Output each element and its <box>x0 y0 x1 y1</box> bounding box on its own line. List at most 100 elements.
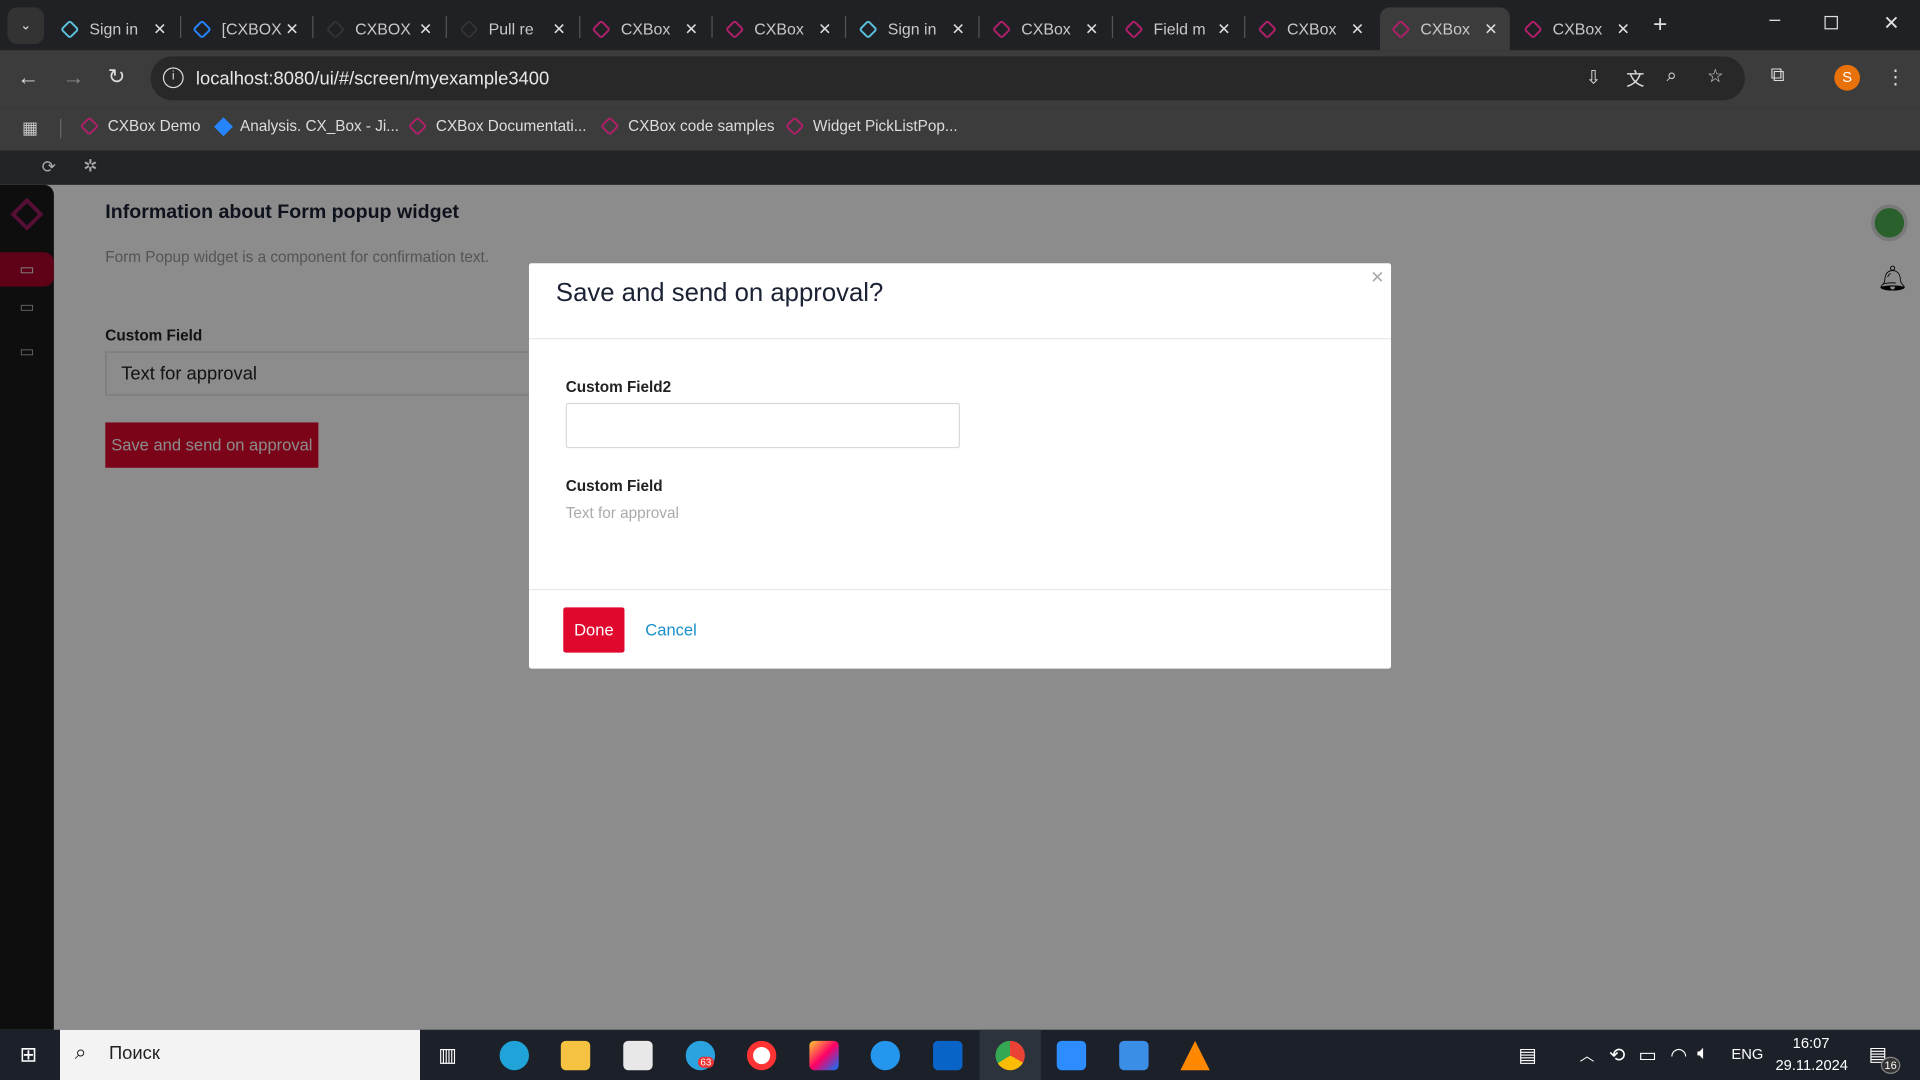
tab-search-button[interactable]: ⌄ <box>7 7 45 45</box>
minimize-button[interactable]: – <box>1769 10 1780 32</box>
tab-title: Field m <box>1153 19 1206 38</box>
restore-button[interactable] <box>1824 15 1838 30</box>
store-icon[interactable] <box>623 1040 653 1071</box>
browser-tab[interactable]: CXBox ✕ <box>1380 7 1510 51</box>
tab-title: CXBox <box>1420 19 1470 38</box>
bookmark-picklist[interactable]: Widget PickListPop... <box>784 116 958 136</box>
custom-field2-input[interactable] <box>565 402 961 449</box>
bug-icon[interactable]: ✲ <box>83 156 97 177</box>
tab-title: [CXBOX <box>221 19 282 38</box>
custom-field-label: Custom Field <box>565 477 663 495</box>
news-icon[interactable]: ▤ <box>1518 1043 1537 1067</box>
bookmark-cxbox-demo[interactable]: CXBox Demo <box>79 116 200 136</box>
tab-title: CXBox <box>620 19 671 38</box>
cancel-button[interactable]: Cancel <box>645 621 696 639</box>
browser-tab[interactable]: CXBox ✕ <box>580 7 710 50</box>
confirm-modal: ✕ Save and send on approval? Custom Fiel… <box>528 263 1392 669</box>
clock-time[interactable]: 16:07 <box>1793 1035 1830 1052</box>
profile-avatar[interactable]: S <box>1834 64 1861 91</box>
chrome-icon[interactable] <box>995 1040 1025 1071</box>
menu-icon[interactable]: ⋮ <box>1886 65 1906 89</box>
tab-close-icon[interactable]: ✕ <box>1085 19 1098 39</box>
tray-chevron-icon[interactable]: ︿ <box>1580 1044 1595 1065</box>
update-icon[interactable]: ⟲ <box>1609 1043 1625 1067</box>
tab-title: CXBox <box>754 19 804 38</box>
site-info-icon[interactable]: i <box>162 67 184 89</box>
tab-close-icon[interactable]: ✕ <box>952 19 965 39</box>
forward-icon[interactable]: → <box>62 65 84 91</box>
volume-icon[interactable]: 🔈︎ <box>1697 1043 1709 1065</box>
language-indicator[interactable]: ENG <box>1731 1046 1763 1063</box>
github-icon <box>459 19 479 39</box>
file-explorer-icon[interactable] <box>560 1040 591 1071</box>
close-window-button[interactable]: ✕ <box>1883 11 1899 35</box>
notification-count: 16 <box>1880 1056 1901 1074</box>
apps-icon[interactable]: ▦ <box>22 118 38 139</box>
browser-tab[interactable]: CXBOX ✕ <box>315 7 445 50</box>
windows-start-icon[interactable]: ⊞ <box>20 1043 37 1067</box>
bookmark-analysis[interactable]: Analysis. CX_Box - Ji... <box>213 116 399 136</box>
keycloak-icon <box>858 19 878 39</box>
bookmark-star-icon[interactable]: ☆ <box>1707 65 1723 87</box>
intellij-icon[interactable] <box>809 1040 839 1071</box>
photos-icon[interactable] <box>1119 1040 1149 1071</box>
search-icon: ⌕ <box>74 1040 87 1065</box>
address-bar[interactable]: i localhost:8080/ui/#/screen/myexample34… <box>150 56 1745 101</box>
cxbox-icon <box>1124 19 1144 39</box>
wifi-icon[interactable]: ◠ <box>1670 1043 1687 1067</box>
cxbox-icon <box>991 19 1012 39</box>
taskbar-search[interactable]: ⌕ Поиск <box>60 1029 421 1080</box>
docker-icon[interactable] <box>870 1040 901 1071</box>
edge-icon[interactable] <box>499 1040 529 1071</box>
browser-tab[interactable]: CXBox ✕ <box>714 7 844 50</box>
browser-tab[interactable]: CXBox ✕ <box>1512 7 1642 50</box>
zoom-app-icon[interactable] <box>1056 1040 1087 1071</box>
yandex-browser-icon[interactable] <box>746 1040 777 1071</box>
url-text: localhost:8080/ui/#/screen/myexample3400 <box>195 67 550 89</box>
jira-icon <box>192 19 212 39</box>
cxbox-icon <box>1257 19 1278 39</box>
tab-close-icon[interactable]: ✕ <box>552 19 565 39</box>
extensions-icon[interactable]: ⧉ <box>1771 65 1785 87</box>
telegram-icon[interactable]: 63 <box>685 1040 716 1071</box>
install-icon[interactable]: ⇩ <box>1586 66 1601 88</box>
browser-tab[interactable]: CXBox ✕ <box>1247 7 1377 50</box>
new-tab-button[interactable]: + <box>1653 11 1667 39</box>
translate-icon[interactable]: 文 <box>1626 66 1644 92</box>
task-view-icon[interactable]: ▥ <box>438 1043 457 1067</box>
tab-close-icon[interactable]: ✕ <box>1484 19 1497 39</box>
browser-tab[interactable]: [CXBOX ✕ <box>181 7 311 50</box>
close-icon[interactable]: ✕ <box>1370 267 1384 288</box>
jira-icon <box>213 116 233 136</box>
cxbox-icon <box>724 19 745 39</box>
browser-tab[interactable]: CXBox ✕ <box>981 7 1111 50</box>
custom-field2-label: Custom Field2 <box>565 378 672 396</box>
outlook-icon[interactable] <box>933 1040 963 1071</box>
browser-tab[interactable]: Sign in ✕ <box>49 7 179 50</box>
tab-close-icon[interactable]: ✕ <box>1616 19 1629 39</box>
tab-close-icon[interactable]: ✕ <box>285 19 298 39</box>
back-icon[interactable]: ← <box>17 65 39 91</box>
clock-date[interactable]: 29.11.2024 <box>1776 1057 1848 1074</box>
cxbox-icon <box>591 19 611 39</box>
browser-tab[interactable]: Field m ✕ <box>1113 7 1243 50</box>
cxbox-icon <box>1523 19 1543 39</box>
browser-tab[interactable]: Pull re ✕ <box>448 7 578 50</box>
battery-icon[interactable]: ▭ <box>1638 1043 1657 1067</box>
vlc-icon[interactable] <box>1180 1040 1210 1071</box>
tab-close-icon[interactable]: ✕ <box>1217 19 1230 39</box>
tab-close-icon[interactable]: ✕ <box>153 19 166 39</box>
reload-icon[interactable]: ↻ <box>108 65 125 89</box>
cxbox-icon <box>407 116 428 136</box>
tab-close-icon[interactable]: ✕ <box>818 19 831 39</box>
zoom-icon[interactable]: ⌕ <box>1667 65 1677 86</box>
tab-close-icon[interactable]: ✕ <box>1351 19 1364 39</box>
bookmark-documentation[interactable]: CXBox Documentati... <box>407 116 586 136</box>
done-button[interactable]: Done <box>563 607 625 653</box>
tab-close-icon[interactable]: ✕ <box>419 19 432 39</box>
refresh-icon[interactable]: ⟳ <box>42 157 56 178</box>
browser-tab[interactable]: Sign in ✕ <box>847 7 977 50</box>
bookmark-code-samples[interactable]: CXBox code samples <box>600 116 775 136</box>
tab-title: Sign in <box>89 19 139 38</box>
tab-close-icon[interactable]: ✕ <box>685 19 698 39</box>
